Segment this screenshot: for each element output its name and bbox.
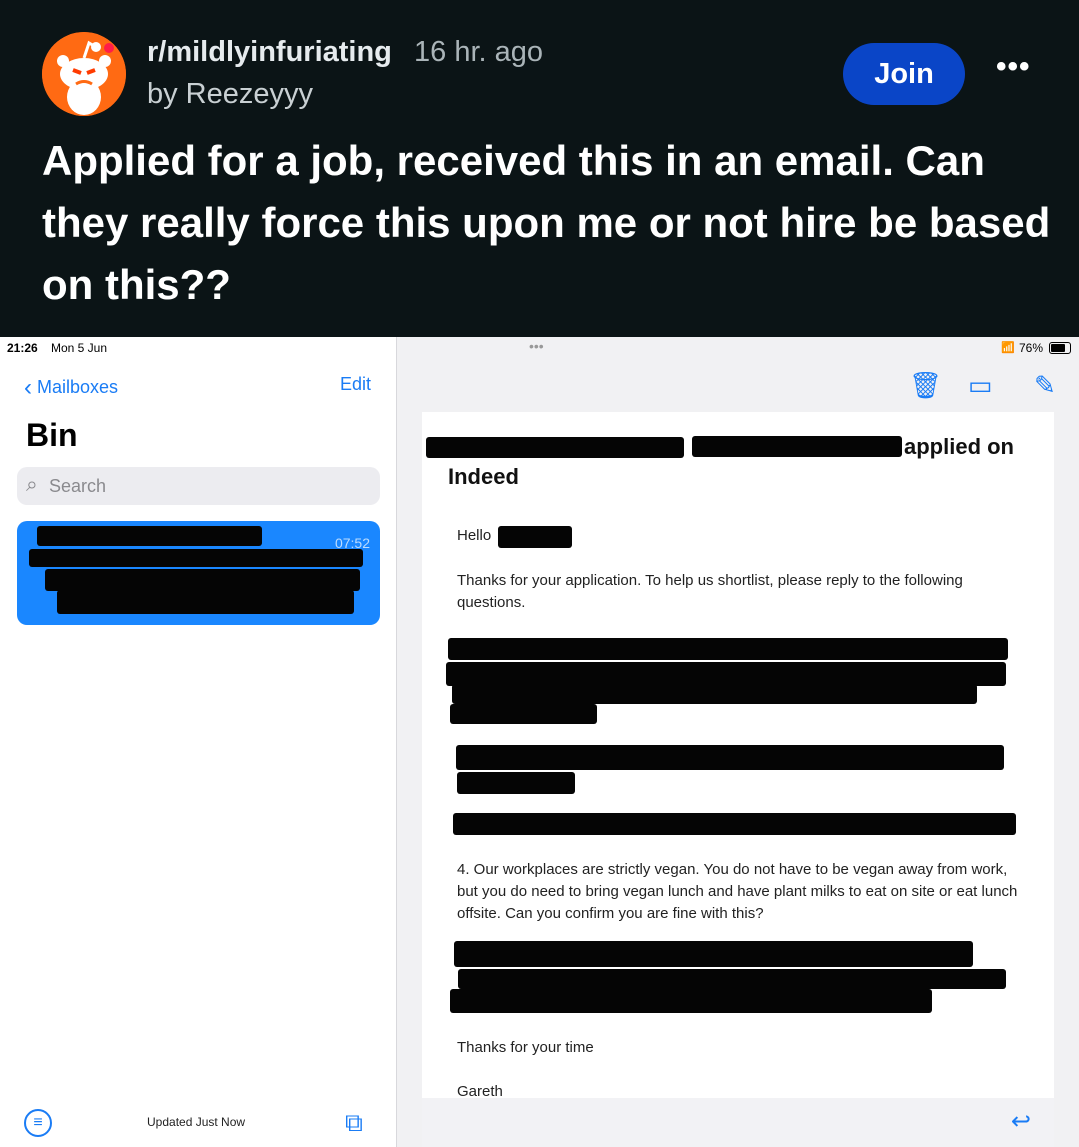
email-question-4: 4. Our workplaces are strictly vegan. Yo… — [457, 861, 1018, 922]
subreddit-name[interactable]: r/mildlyinfuriating — [147, 36, 392, 69]
redaction — [29, 549, 363, 567]
search-icon: ⌕ — [26, 473, 38, 496]
message-footer: ↩ — [422, 1098, 1054, 1147]
filter-icon[interactable]: ≡ — [24, 1109, 52, 1137]
email-subject-end: applied on — [904, 434, 1014, 459]
folder-icon[interactable]: ▭ — [968, 370, 993, 401]
redaction — [450, 704, 597, 724]
wifi-icon: 📶 — [1001, 342, 1015, 354]
email-subject-line2: Indeed — [448, 464, 519, 489]
compose-icon[interactable]: ✎ — [1034, 370, 1056, 401]
redaction — [450, 989, 932, 1013]
email-body: applied on Indeed Hello Thanks for your … — [422, 412, 1054, 1098]
post-title: Applied for a job, received this in an e… — [42, 137, 1051, 308]
post-author[interactable]: by Reezeyyy — [147, 78, 313, 111]
mailboxes-back-button[interactable]: ‹ Mailboxes — [24, 372, 119, 401]
redaction — [454, 941, 973, 967]
more-options-icon[interactable]: ••• — [996, 50, 1031, 84]
mail-message-pane: ••• 📶 76% 🗑 ▭ ✎ applied on Indeed Hello … — [397, 337, 1079, 1147]
email-signature: Gareth — [457, 1083, 503, 1098]
reddit-post-header: r/mildlyinfuriating 16 hr. ago by Reezey… — [0, 0, 1079, 337]
updated-status: Updated Just Now — [147, 1115, 246, 1129]
mailbox-title: Bin — [26, 417, 78, 453]
redaction — [458, 969, 1006, 989]
email-greeting: Hello — [457, 527, 492, 544]
redaction — [453, 813, 1016, 835]
search-input[interactable]: ⌕ Search — [17, 467, 380, 505]
redaction — [498, 526, 572, 548]
redaction — [452, 684, 977, 704]
back-label: Mailboxes — [37, 377, 119, 397]
redaction — [457, 772, 575, 794]
redaction — [45, 569, 360, 591]
mailbox-sidebar: 21:26 Mon 5 Jun ‹ Mailboxes Edit Bin ⌕ S… — [0, 337, 397, 1147]
ipad-mail-screenshot: 21:26 Mon 5 Jun ‹ Mailboxes Edit Bin ⌕ S… — [0, 337, 1079, 1147]
search-placeholder: Search — [49, 476, 107, 496]
redaction — [57, 590, 354, 614]
redaction — [456, 745, 1004, 770]
battery-icon — [1049, 342, 1071, 354]
redaction — [37, 526, 262, 546]
email-intro: Thanks for your application. To help us … — [457, 572, 963, 611]
trash-icon[interactable]: 🗑 — [909, 370, 942, 401]
sidebar-footer: ≡ Updated Just Now ⧉ — [0, 1101, 396, 1147]
battery-percent: 76% — [1018, 341, 1043, 355]
email-thanks: Thanks for your time — [457, 1039, 594, 1056]
snoo-avatar-icon[interactable] — [42, 32, 126, 116]
redaction — [448, 638, 1008, 660]
redaction — [446, 662, 1006, 686]
copy-icon[interactable]: ⧉ — [345, 1109, 363, 1138]
reply-icon[interactable]: ↩ — [1011, 1107, 1031, 1136]
status-bar-right: ••• 📶 76% — [0, 337, 1079, 359]
chevron-left-icon: ‹ — [24, 374, 32, 401]
edit-button[interactable]: Edit — [340, 374, 371, 395]
post-age: 16 hr. ago — [414, 36, 543, 68]
multitask-dots[interactable]: ••• — [529, 338, 544, 354]
selected-mail-item[interactable]: 07:52 — [17, 521, 380, 625]
redaction — [692, 436, 902, 457]
redaction — [426, 437, 684, 458]
join-button[interactable]: Join — [843, 43, 965, 105]
